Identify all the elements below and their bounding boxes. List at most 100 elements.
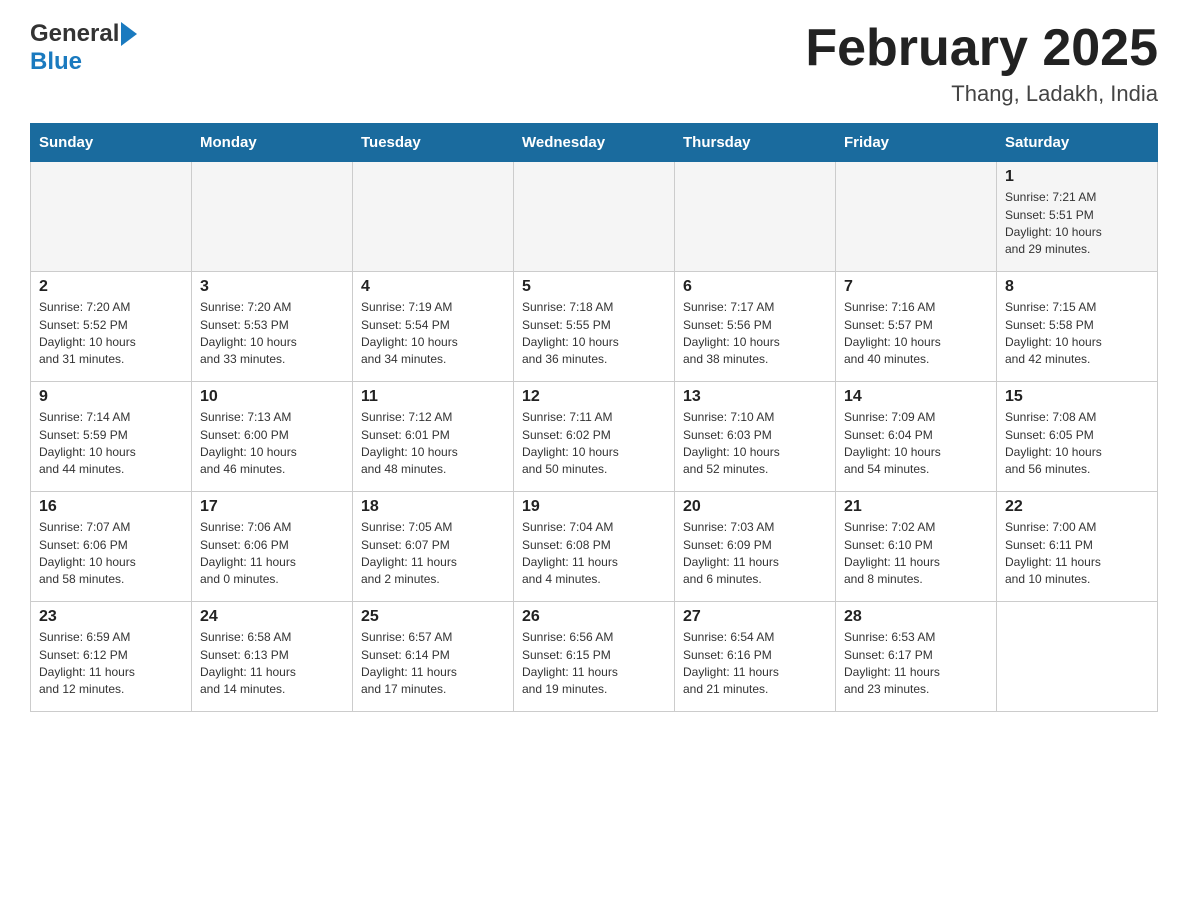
calendar-cell (675, 162, 836, 272)
calendar-cell: 3 Sunrise: 7:20 AM Sunset: 5:53 PM Daylig… (192, 272, 353, 382)
day-info: Sunrise: 7:17 AM Sunset: 5:56 PM Dayligh… (683, 299, 827, 369)
calendar-cell: 4 Sunrise: 7:19 AM Sunset: 5:54 PM Daylig… (353, 272, 514, 382)
day-number: 6 (683, 278, 827, 296)
day-number: 14 (844, 388, 988, 406)
calendar-cell: 22Sunrise: 7:00 AM Sunset: 6:11 PM Dayli… (997, 492, 1158, 602)
calendar-cell: 9 Sunrise: 7:14 AM Sunset: 5:59 PM Daylig… (31, 382, 192, 492)
logo-general-text: General (30, 20, 119, 48)
day-info: Sunrise: 7:13 AM Sunset: 6:00 PM Dayligh… (200, 409, 344, 479)
day-info: Sunrise: 7:18 AM Sunset: 5:55 PM Dayligh… (522, 299, 666, 369)
day-number: 19 (522, 498, 666, 516)
calendar-cell (997, 602, 1158, 712)
day-info: Sunrise: 7:10 AM Sunset: 6:03 PM Dayligh… (683, 409, 827, 479)
calendar-cell: 8 Sunrise: 7:15 AM Sunset: 5:58 PM Daylig… (997, 272, 1158, 382)
day-number: 21 (844, 498, 988, 516)
weekday-header-thursday: Thursday (675, 124, 836, 162)
day-info: Sunrise: 6:59 AM Sunset: 6:12 PM Dayligh… (39, 629, 183, 699)
day-number: 20 (683, 498, 827, 516)
calendar-week-row: 23 Sunrise: 6:59 AM Sunset: 6:12 PM Dayli… (31, 602, 1158, 712)
day-info: Sunrise: 6:54 AM Sunset: 6:16 PM Dayligh… (683, 629, 827, 699)
day-info: Sunrise: 7:04 AM Sunset: 6:08 PM Dayligh… (522, 519, 666, 589)
logo-arrow-icon (121, 22, 137, 46)
weekday-header-row: SundayMondayTuesdayWednesdayThursdayFrid… (31, 124, 1158, 162)
calendar-cell: 10 Sunrise: 7:13 AM Sunset: 6:00 PM Dayli… (192, 382, 353, 492)
calendar-cell: 13 Sunrise: 7:10 AM Sunset: 6:03 PM Dayli… (675, 382, 836, 492)
calendar-cell: 12 Sunrise: 7:11 AM Sunset: 6:02 PM Dayli… (514, 382, 675, 492)
calendar-week-row: 16 Sunrise: 7:07 AM Sunset: 6:06 PM Dayli… (31, 492, 1158, 602)
day-info: Sunrise: 7:11 AM Sunset: 6:02 PM Dayligh… (522, 409, 666, 479)
calendar-cell (31, 162, 192, 272)
day-info: Sunrise: 7:06 AM Sunset: 6:06 PM Dayligh… (200, 519, 344, 589)
calendar-cell: 28 Sunrise: 6:53 AM Sunset: 6:17 PM Dayli… (836, 602, 997, 712)
calendar-cell: 27 Sunrise: 6:54 AM Sunset: 6:16 PM Dayli… (675, 602, 836, 712)
calendar-week-row: 1Sunrise: 7:21 AM Sunset: 5:51 PM Daylig… (31, 162, 1158, 272)
day-info: Sunrise: 7:16 AM Sunset: 5:57 PM Dayligh… (844, 299, 988, 369)
day-number: 4 (361, 278, 505, 296)
day-info: Sunrise: 7:20 AM Sunset: 5:53 PM Dayligh… (200, 299, 344, 369)
day-info: Sunrise: 7:07 AM Sunset: 6:06 PM Dayligh… (39, 519, 183, 589)
day-number: 16 (39, 498, 183, 516)
day-info: Sunrise: 7:02 AM Sunset: 6:10 PM Dayligh… (844, 519, 988, 589)
day-number: 12 (522, 388, 666, 406)
day-info: Sunrise: 7:05 AM Sunset: 6:07 PM Dayligh… (361, 519, 505, 589)
day-number: 2 (39, 278, 183, 296)
day-info: Sunrise: 7:19 AM Sunset: 5:54 PM Dayligh… (361, 299, 505, 369)
calendar-cell: 11Sunrise: 7:12 AM Sunset: 6:01 PM Dayli… (353, 382, 514, 492)
day-info: Sunrise: 6:57 AM Sunset: 6:14 PM Dayligh… (361, 629, 505, 699)
day-info: Sunrise: 7:09 AM Sunset: 6:04 PM Dayligh… (844, 409, 988, 479)
calendar-cell: 19 Sunrise: 7:04 AM Sunset: 6:08 PM Dayli… (514, 492, 675, 602)
day-number: 23 (39, 608, 183, 626)
day-info: Sunrise: 7:03 AM Sunset: 6:09 PM Dayligh… (683, 519, 827, 589)
day-number: 24 (200, 608, 344, 626)
day-info: Sunrise: 7:00 AM Sunset: 6:11 PM Dayligh… (1005, 519, 1149, 589)
day-info: Sunrise: 7:12 AM Sunset: 6:01 PM Dayligh… (361, 409, 505, 479)
day-number: 25 (361, 608, 505, 626)
day-number: 17 (200, 498, 344, 516)
calendar-week-row: 9 Sunrise: 7:14 AM Sunset: 5:59 PM Daylig… (31, 382, 1158, 492)
month-title: February 2025 (805, 20, 1158, 77)
logo-blue-text: Blue (30, 48, 82, 76)
weekday-header-tuesday: Tuesday (353, 124, 514, 162)
weekday-header-saturday: Saturday (997, 124, 1158, 162)
calendar-cell: 1Sunrise: 7:21 AM Sunset: 5:51 PM Daylig… (997, 162, 1158, 272)
calendar-cell: 7Sunrise: 7:16 AM Sunset: 5:57 PM Daylig… (836, 272, 997, 382)
weekday-header-wednesday: Wednesday (514, 124, 675, 162)
day-number: 18 (361, 498, 505, 516)
location-title: Thang, Ladakh, India (805, 81, 1158, 107)
calendar-cell: 2 Sunrise: 7:20 AM Sunset: 5:52 PM Daylig… (31, 272, 192, 382)
day-number: 9 (39, 388, 183, 406)
day-number: 3 (200, 278, 344, 296)
day-info: Sunrise: 7:21 AM Sunset: 5:51 PM Dayligh… (1005, 189, 1149, 259)
calendar-cell (353, 162, 514, 272)
calendar-table: SundayMondayTuesdayWednesdayThursdayFrid… (30, 123, 1158, 712)
day-info: Sunrise: 7:15 AM Sunset: 5:58 PM Dayligh… (1005, 299, 1149, 369)
day-number: 13 (683, 388, 827, 406)
calendar-cell: 21 Sunrise: 7:02 AM Sunset: 6:10 PM Dayli… (836, 492, 997, 602)
day-number: 26 (522, 608, 666, 626)
day-number: 27 (683, 608, 827, 626)
day-number: 10 (200, 388, 344, 406)
calendar-cell: 14 Sunrise: 7:09 AM Sunset: 6:04 PM Dayli… (836, 382, 997, 492)
day-number: 15 (1005, 388, 1149, 406)
weekday-header-monday: Monday (192, 124, 353, 162)
day-number: 5 (522, 278, 666, 296)
calendar-cell: 25 Sunrise: 6:57 AM Sunset: 6:14 PM Dayli… (353, 602, 514, 712)
day-info: Sunrise: 6:53 AM Sunset: 6:17 PM Dayligh… (844, 629, 988, 699)
calendar-cell: 17 Sunrise: 7:06 AM Sunset: 6:06 PM Dayli… (192, 492, 353, 602)
weekday-header-sunday: Sunday (31, 124, 192, 162)
weekday-header-friday: Friday (836, 124, 997, 162)
title-block: February 2025 Thang, Ladakh, India (805, 20, 1158, 107)
calendar-cell: 18 Sunrise: 7:05 AM Sunset: 6:07 PM Dayli… (353, 492, 514, 602)
day-info: Sunrise: 7:14 AM Sunset: 5:59 PM Dayligh… (39, 409, 183, 479)
day-info: Sunrise: 6:56 AM Sunset: 6:15 PM Dayligh… (522, 629, 666, 699)
day-number: 8 (1005, 278, 1149, 296)
calendar-cell (192, 162, 353, 272)
calendar-week-row: 2 Sunrise: 7:20 AM Sunset: 5:52 PM Daylig… (31, 272, 1158, 382)
day-info: Sunrise: 7:20 AM Sunset: 5:52 PM Dayligh… (39, 299, 183, 369)
day-number: 28 (844, 608, 988, 626)
calendar-cell: 26 Sunrise: 6:56 AM Sunset: 6:15 PM Dayli… (514, 602, 675, 712)
logo: General Blue (30, 20, 137, 76)
page-header: General Blue February 2025 Thang, Ladakh… (30, 20, 1158, 107)
calendar-cell (514, 162, 675, 272)
calendar-cell: 20 Sunrise: 7:03 AM Sunset: 6:09 PM Dayli… (675, 492, 836, 602)
